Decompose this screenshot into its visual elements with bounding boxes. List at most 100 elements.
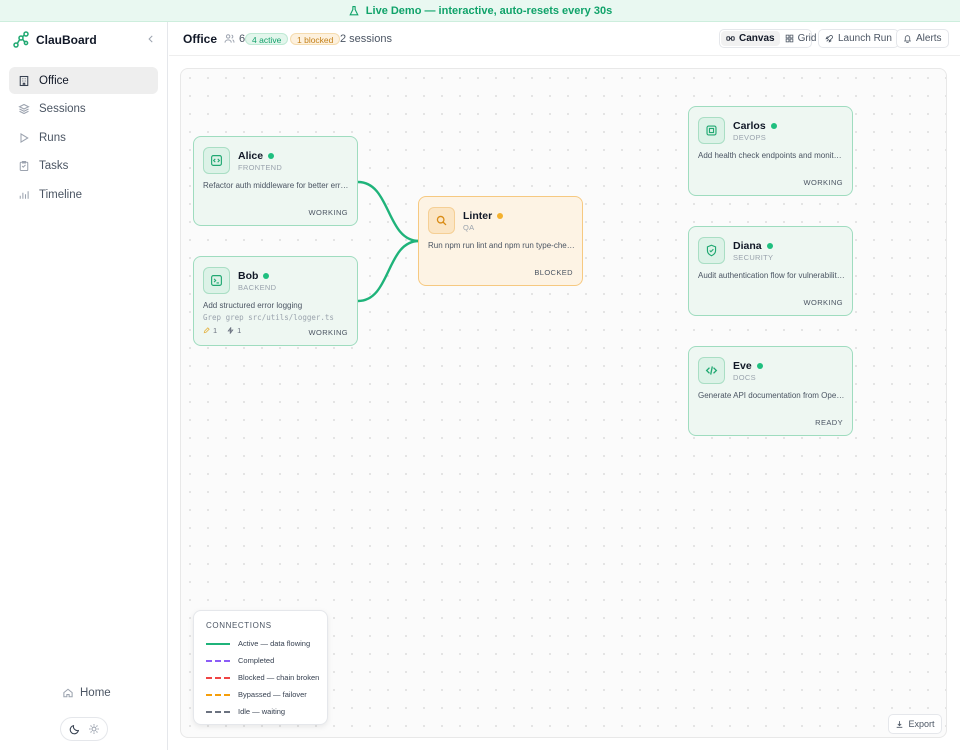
status-dot (756, 363, 763, 369)
blocked-badge: 1 blocked (290, 32, 341, 45)
grid-icon (785, 34, 793, 43)
canvas-view-label: Canvas (739, 33, 775, 44)
legend-label: Idle — waiting (238, 707, 286, 716)
alerts-button[interactable]: Alerts (896, 29, 949, 48)
agent-task: Generate API documentation from OpenA... (698, 391, 846, 400)
agent-name-row: Alice (238, 150, 275, 162)
agent-avatar (203, 267, 230, 294)
topbar: Office 6 4 active 1 blocked 2 sessions C… (169, 22, 960, 56)
agent-task: Add health check endpoints and monitori.… (698, 151, 846, 160)
legend-label: Active — data flowing (238, 639, 311, 648)
sidebar-item-label: Tasks (39, 160, 69, 173)
sidebar-item-label: Sessions (39, 103, 86, 116)
legend-item-idle: Idle — waiting (206, 707, 285, 716)
home-link[interactable]: Home (62, 687, 111, 699)
search-icon (436, 215, 447, 226)
demo-banner: Live Demo — interactive, auto-resets eve… (0, 0, 960, 22)
alerts-label: Alerts (916, 33, 942, 44)
view-toggle: Canvas Grid (719, 29, 816, 48)
sidebar: ClauBoard Office Sessions Runs Tasks Tim… (0, 22, 168, 750)
agent-name: Carlos (733, 120, 766, 132)
legend-title: CONNECTIONS (206, 621, 272, 630)
sidebar-item-runs[interactable]: Runs (9, 124, 158, 151)
canvas-view-button[interactable]: Canvas (721, 31, 780, 46)
agent-card-carlos[interactable]: Carlos DEVOPS Add health check endpoints… (688, 106, 853, 196)
agent-status: WORKING (803, 178, 843, 187)
play-icon (20, 132, 29, 143)
agent-status: WORKING (803, 298, 843, 307)
status-dot (497, 213, 504, 219)
agent-avatar (698, 237, 725, 264)
agent-card-eve[interactable]: Eve DOCS Generate API documentation from… (688, 346, 853, 436)
status-dot (770, 123, 777, 129)
connection-bob-linter[interactable] (357, 239, 420, 303)
sidebar-item-timeline[interactable]: Timeline (9, 181, 158, 208)
edit-count-value: 1 (213, 326, 218, 335)
chevron-left-icon (148, 35, 153, 43)
dark-mode-button[interactable] (68, 722, 82, 736)
connection-alice-linter[interactable] (357, 180, 420, 243)
agent-card-linter[interactable]: Linter QA Run npm run lint and npm run t… (418, 196, 583, 286)
agent-card-bob[interactable]: Bob BACKEND Add structured error logging… (193, 256, 358, 346)
sidebar-item-sessions[interactable]: Sessions (9, 96, 158, 123)
launch-run-label: Launch Run (838, 33, 892, 44)
legend-swatch (206, 693, 230, 696)
office-canvas[interactable]: Alice FRONTEND Refactor auth middleware … (180, 68, 947, 738)
sun-icon (88, 724, 99, 734)
agent-status: WORKING (308, 208, 348, 217)
layers-icon (18, 104, 30, 115)
theme-toggle (60, 717, 108, 741)
active-badge: 4 active (245, 32, 289, 45)
grid-view-button[interactable]: Grid (780, 31, 822, 46)
legend-item-bypassed: Bypassed — failover (206, 690, 307, 699)
agent-task: Run npm run lint and npm run type-check.… (428, 241, 576, 250)
launch-run-button[interactable]: Launch Run (818, 29, 899, 48)
status-dot (268, 153, 275, 159)
status-dot (766, 243, 773, 249)
agent-name-row: Eve (733, 360, 763, 372)
collapse-sidebar-button[interactable] (144, 32, 158, 46)
moon-icon (69, 724, 79, 735)
clipboard-icon (19, 161, 29, 172)
agent-card-diana[interactable]: Diana SECURITY Audit authentication flow… (688, 226, 853, 316)
sidebar-item-tasks[interactable]: Tasks (9, 153, 158, 180)
shield-icon (706, 244, 717, 257)
tool-count: 1 (227, 326, 241, 335)
export-label: Export (908, 719, 935, 729)
agent-avatar (698, 357, 725, 384)
banner-text: Live Demo — interactive, auto-resets eve… (365, 4, 613, 17)
agent-card-alice[interactable]: Alice FRONTEND Refactor auth middleware … (193, 136, 358, 226)
brand[interactable]: ClauBoard (12, 30, 97, 50)
agent-role: SECURITY (733, 253, 774, 262)
canvas-icon (726, 36, 735, 41)
agent-meta: 1 1 (203, 326, 241, 335)
connections-legend: CONNECTIONS Active — data flowing Comple… (193, 610, 328, 725)
agent-name: Eve (733, 360, 752, 372)
light-mode-button[interactable] (87, 722, 101, 736)
page-title: Office (183, 31, 218, 46)
legend-item-active: Active — data flowing (206, 639, 310, 648)
legend-swatch (206, 659, 230, 662)
agent-name-row: Linter (463, 210, 504, 222)
building-icon (19, 75, 29, 86)
agent-status: WORKING (308, 328, 348, 337)
agent-status: READY (815, 418, 843, 427)
code-icon (211, 155, 222, 166)
sidebar-item-office[interactable]: Office (9, 67, 158, 94)
server-icon (706, 125, 717, 136)
agent-name: Diana (733, 240, 762, 252)
legend-swatch (206, 676, 230, 679)
agent-avatar (698, 117, 725, 144)
tool-count-value: 1 (237, 326, 242, 335)
export-button[interactable]: Export (888, 714, 942, 734)
bell-icon (903, 35, 912, 43)
agent-task: Refactor auth middleware for better erro… (203, 181, 351, 190)
agent-count: 6 (224, 33, 245, 45)
bolt-icon (227, 327, 234, 334)
legend-label: Bypassed — failover (238, 690, 307, 699)
code-brackets-icon (705, 366, 718, 375)
legend-label: Completed (238, 656, 275, 665)
terminal-icon (211, 275, 222, 286)
legend-item-completed: Completed (206, 656, 274, 665)
agent-avatar (203, 147, 230, 174)
